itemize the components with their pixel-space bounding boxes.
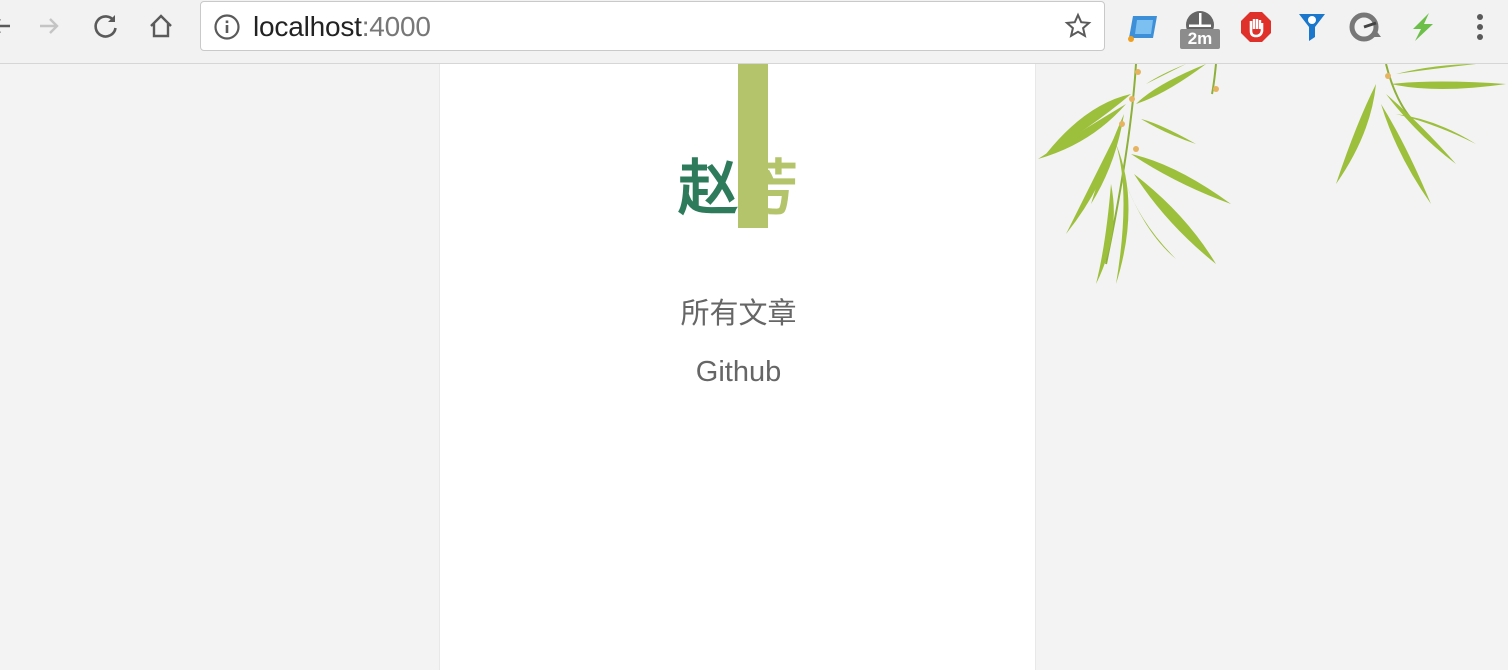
address-bar[interactable]: localhost:4000 [200, 1, 1105, 51]
lightning-extension-icon[interactable] [1404, 8, 1440, 46]
funnel-extension-icon[interactable] [1294, 8, 1330, 46]
home-icon [150, 14, 172, 38]
url-text: localhost:4000 [253, 11, 431, 43]
site-logo[interactable]: 赵芳 [678, 154, 798, 224]
bamboo-decoration [1038, 64, 1506, 284]
menu-kebab-icon[interactable] [1462, 8, 1498, 46]
extension-badge: 2m [1180, 29, 1220, 49]
back-arrow-icon [0, 19, 10, 33]
bookmark-star-icon[interactable] [1064, 12, 1092, 40]
reload-button[interactable] [87, 7, 125, 45]
back-button[interactable] [0, 7, 20, 45]
reload-icon [94, 15, 117, 38]
url-host: localhost [253, 11, 362, 42]
nav-item-github: Github [440, 352, 1037, 392]
logo-char-1: 赵 [678, 154, 738, 224]
forward-button[interactable] [30, 7, 68, 45]
main-column: 赵芳 所有文章 Github [439, 64, 1036, 670]
nav-link-github[interactable]: Github [696, 356, 781, 388]
nav-item-all-posts: 所有文章 [440, 294, 1037, 334]
browser-toolbar: localhost:4000 2m [0, 0, 1508, 64]
forward-arrow-icon [40, 18, 59, 34]
page-viewport: 赵芳 所有文章 Github [0, 64, 1508, 670]
logo-char-2: 芳 [738, 154, 798, 224]
url-port: :4000 [361, 11, 431, 42]
adblock-icon[interactable] [1238, 8, 1274, 46]
nav-link-all-posts[interactable]: 所有文章 [680, 298, 796, 330]
home-button[interactable] [142, 7, 180, 45]
speed-extension-icon[interactable] [1348, 8, 1384, 46]
extension-map-icon[interactable] [1126, 8, 1162, 46]
info-icon[interactable] [213, 13, 241, 41]
